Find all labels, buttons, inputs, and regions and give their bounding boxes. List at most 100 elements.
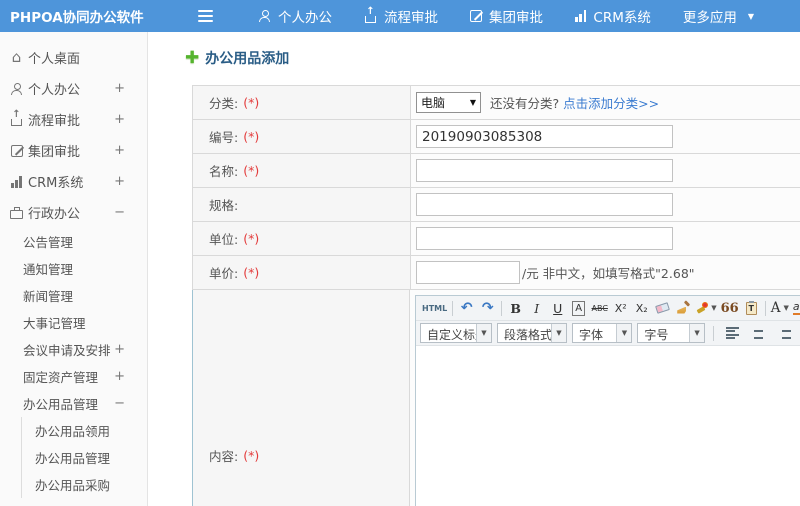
sidebar-item-personal-office[interactable]: 个人办公 +: [0, 73, 147, 104]
expand-toggle[interactable]: +: [114, 369, 125, 384]
sidebar-item-announcement-mgmt[interactable]: 公告管理: [0, 228, 147, 255]
code-input[interactable]: [416, 125, 673, 148]
field-label: 内容: (*): [193, 290, 410, 506]
subscript-button[interactable]: X₂: [631, 298, 652, 319]
category-select[interactable]: 电脑 ▼: [416, 92, 481, 113]
form-row-unit: 单位: (*): [192, 222, 800, 256]
form-row-category: 分类: (*) 电脑 ▼ 还没有分类? 点击添加分类>>: [192, 86, 800, 120]
nav-item-group-approval[interactable]: 集团审批: [454, 0, 559, 32]
align-right-icon: [778, 327, 791, 339]
sidebar-item-office-supplies-mgmt[interactable]: 办公用品管理 −: [0, 390, 147, 417]
name-input[interactable]: [416, 159, 673, 182]
sidebar-item-crm[interactable]: CRM系统 +: [0, 166, 147, 197]
align-center-button[interactable]: [748, 323, 769, 344]
form-row-name: 名称: (*): [192, 154, 800, 188]
required-mark: (*): [243, 231, 260, 246]
caret-down-icon: ▼: [711, 304, 717, 312]
add-category-link[interactable]: 点击添加分类>>: [563, 93, 659, 112]
required-mark: (*): [243, 129, 260, 144]
collapse-toggle[interactable]: −: [114, 396, 125, 411]
spec-input[interactable]: [416, 193, 673, 216]
app-logo: PHPOA协同办公软件: [10, 10, 144, 26]
sidebar-item-notice-mgmt[interactable]: 通知管理: [0, 255, 147, 282]
collapse-toggle[interactable]: −: [114, 205, 125, 220]
sidebar-item-workflow-approval[interactable]: 流程审批 +: [0, 104, 147, 135]
form-row-spec: 规格:: [192, 188, 800, 222]
bar-chart-icon: [575, 10, 587, 22]
font-family-select[interactable]: 字体 ▼: [572, 323, 633, 343]
broom-icon: [677, 302, 690, 315]
format-painter-button[interactable]: ▼: [694, 298, 718, 319]
paintbrush-icon: [696, 302, 709, 314]
font-color-button[interactable]: A ▼: [769, 298, 791, 319]
form-row-content: 内容: (*) HTML ↶ ↷ B I U A ABC X² X₂ ▼ 66 …: [192, 290, 800, 506]
sidebar-item-meeting-mgmt[interactable]: 会议申请及安排 +: [0, 336, 147, 363]
sidebar-item-desktop[interactable]: 个人桌面: [0, 42, 147, 73]
sidebar-item-supplies-purchase[interactable]: 办公用品采购: [22, 471, 147, 498]
nav-item-more-apps[interactable]: 更多应用 ▼: [667, 0, 770, 32]
clipboard-icon: [745, 300, 757, 315]
sidebar-item-supplies-manage[interactable]: 办公用品管理: [22, 444, 147, 471]
top-navigation-bar: PHPOA协同办公软件 个人办公 流程审批 集团审批 CRM系统 更多应用 ▼: [0, 0, 800, 32]
clean-html-button[interactable]: [673, 298, 694, 319]
nav-item-crm[interactable]: CRM系统: [559, 0, 667, 32]
heading-select[interactable]: 自定义标题 ▼: [420, 323, 492, 343]
edit-icon: [10, 144, 23, 157]
supplies-add-form: 分类: (*) 电脑 ▼ 还没有分类? 点击添加分类>> 编号: (*) 201…: [192, 85, 800, 506]
required-mark: (*): [243, 448, 260, 463]
form-row-code: 编号: (*): [192, 120, 800, 154]
bold-button[interactable]: B: [505, 298, 526, 319]
caret-down-icon: ▼: [689, 324, 705, 342]
remove-format-button[interactable]: [652, 298, 673, 319]
caret-down-icon: ▼: [616, 324, 632, 342]
italic-button[interactable]: I: [526, 298, 547, 319]
top-nav: 个人办公 流程审批 集团审批 CRM系统 更多应用 ▼: [243, 0, 770, 32]
menu-toggle-button[interactable]: [194, 6, 217, 26]
expand-toggle[interactable]: +: [114, 112, 125, 127]
nav-item-personal-office[interactable]: 个人办公: [243, 0, 348, 32]
strikethrough-button[interactable]: ABC: [589, 298, 610, 319]
sidebar-item-admin-office[interactable]: 行政办公 −: [0, 197, 147, 228]
align-left-icon: [725, 327, 739, 339]
price-input[interactable]: [416, 261, 520, 284]
user-icon: [10, 82, 23, 95]
expand-toggle[interactable]: +: [114, 174, 125, 189]
supplies-submenu: 办公用品领用 办公用品管理 办公用品采购: [21, 417, 147, 498]
expand-toggle[interactable]: +: [114, 81, 125, 96]
paste-text-button[interactable]: [741, 298, 762, 319]
required-mark: (*): [243, 163, 260, 178]
redo-button[interactable]: ↷: [477, 298, 498, 319]
unit-input[interactable]: [416, 227, 673, 250]
main-content: ✚ 办公用品添加 分类: (*) 电脑 ▼ 还没有分类? 点击添加分类>> 编号…: [148, 32, 800, 506]
sidebar-item-fixed-assets-mgmt[interactable]: 固定资产管理 +: [0, 363, 147, 390]
sidebar-item-supplies-requisition[interactable]: 办公用品领用: [22, 417, 147, 444]
font-size-select[interactable]: 字号 ▼: [637, 323, 706, 343]
paragraph-format-select[interactable]: 段落格式 ▼: [497, 323, 567, 343]
briefcase-icon: [10, 206, 23, 219]
required-mark: (*): [243, 95, 260, 110]
nav-item-workflow-approval[interactable]: 流程审批: [348, 0, 454, 32]
required-mark: (*): [243, 265, 260, 280]
expand-toggle[interactable]: +: [114, 143, 125, 158]
sidebar-item-memorabilia-mgmt[interactable]: 大事记管理: [0, 309, 147, 336]
field-label: 规格:: [193, 188, 411, 221]
undo-button[interactable]: ↶: [456, 298, 477, 319]
field-label: 单价: (*): [193, 256, 411, 289]
sidebar-item-news-mgmt[interactable]: 新闻管理: [0, 282, 147, 309]
page-title: ✚ 办公用品添加: [185, 47, 290, 68]
editor-content-area[interactable]: [416, 346, 800, 506]
align-left-button[interactable]: [722, 323, 743, 344]
align-right-button[interactable]: [774, 323, 795, 344]
expand-toggle[interactable]: +: [114, 342, 125, 357]
edit-icon: [470, 10, 482, 22]
highlight-color-button[interactable]: ab▼: [791, 298, 800, 319]
font-style-button[interactable]: A: [568, 298, 589, 319]
caret-down-icon: ▼: [476, 324, 491, 342]
workflow-icon: [10, 113, 23, 126]
sidebar-item-group-approval[interactable]: 集团审批 +: [0, 135, 147, 166]
html-source-button[interactable]: HTML: [420, 298, 449, 319]
eraser-icon: [655, 302, 671, 314]
superscript-button[interactable]: X²: [610, 298, 631, 319]
blockquote-button[interactable]: 66: [719, 298, 741, 319]
underline-button[interactable]: U: [547, 298, 568, 319]
